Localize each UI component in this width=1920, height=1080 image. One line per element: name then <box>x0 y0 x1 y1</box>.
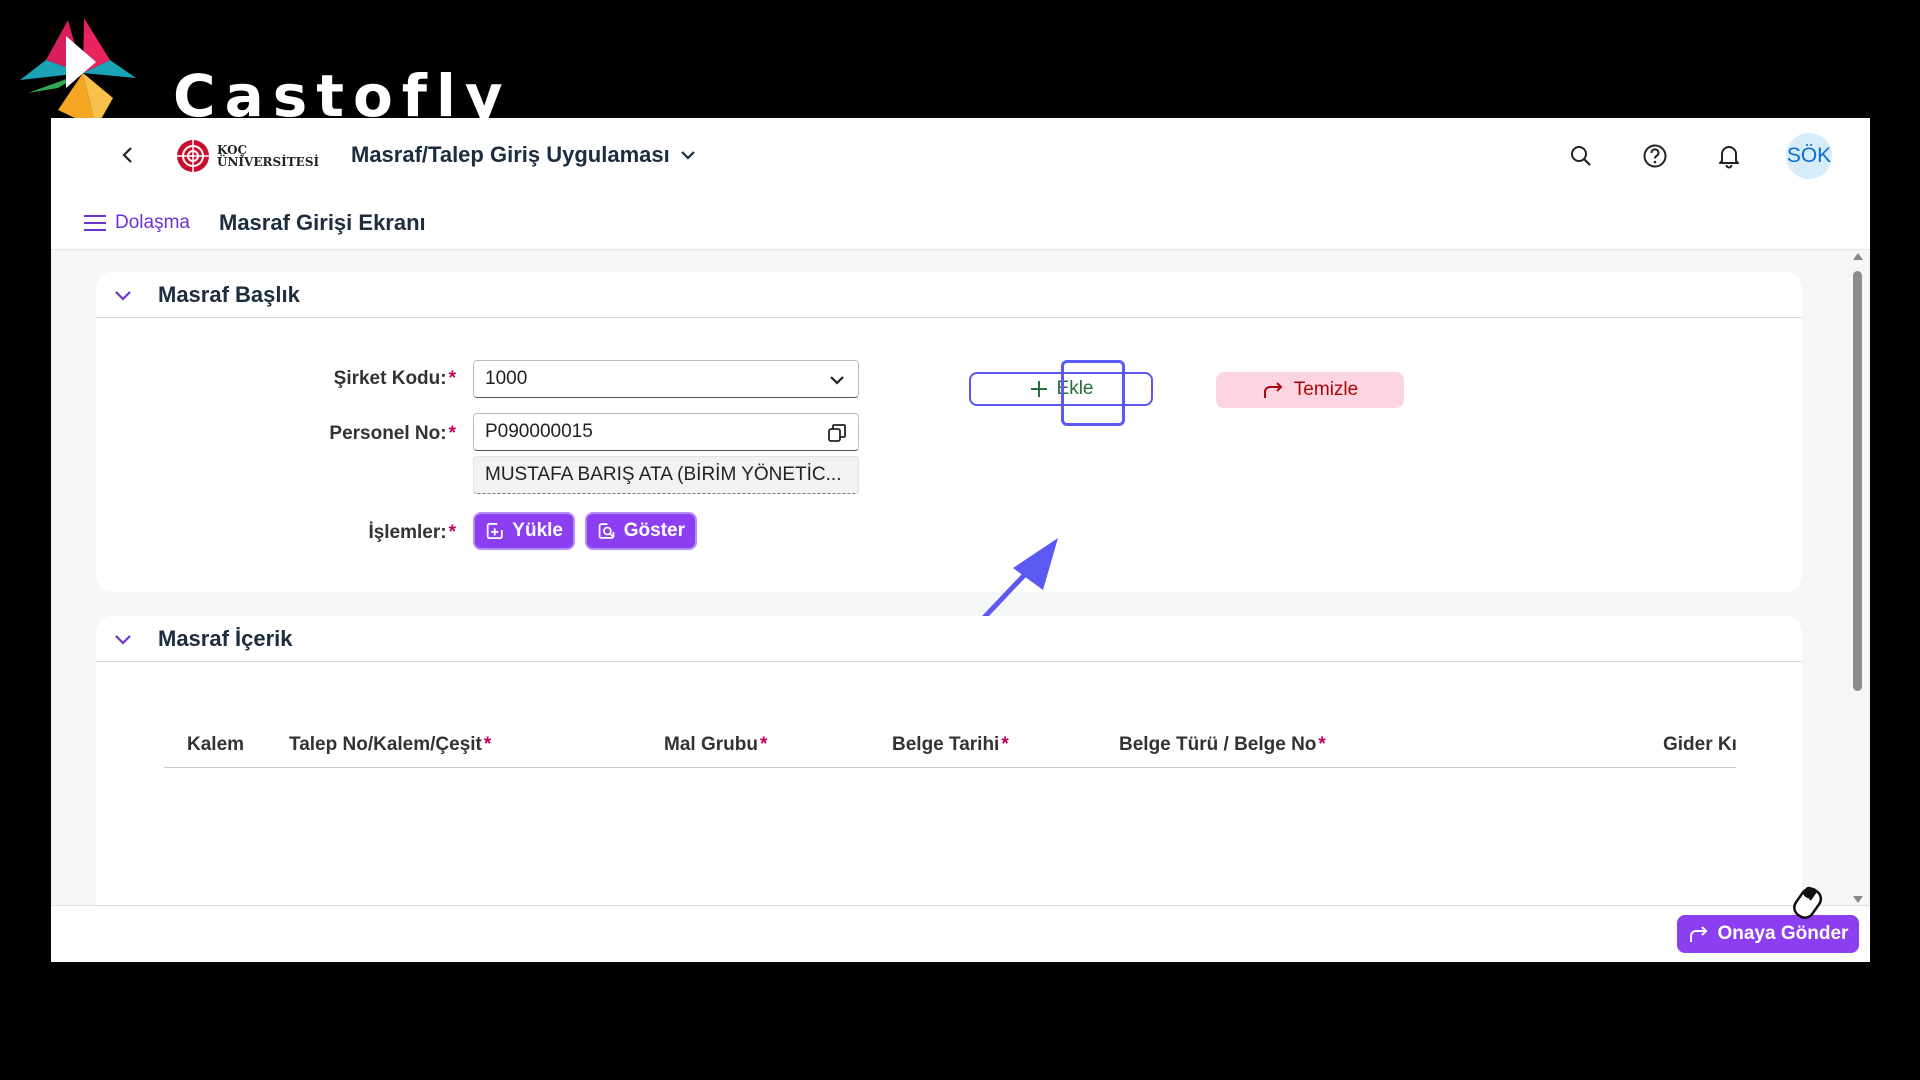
sub-header: Dolaşma Masraf Girişi Ekranı <box>51 192 1870 250</box>
personnel-name-display: MUSTAFA BARIŞ ATA (BİRİM YÖNETİC... <box>473 456 859 494</box>
chevron-down-icon <box>826 369 848 391</box>
search-button[interactable] <box>1564 139 1598 173</box>
chevron-left-icon <box>122 147 132 163</box>
personnel-no-input[interactable]: P090000015 <box>473 413 859 451</box>
panel-title: Masraf İçerik <box>158 625 293 651</box>
bell-icon <box>1719 146 1739 169</box>
clear-button-label: Temizle <box>1293 379 1359 400</box>
navigation-button[interactable]: Dolaşma <box>83 212 190 234</box>
personnel-no-value: P090000015 <box>485 421 593 442</box>
show-button-label: Göster <box>623 520 685 541</box>
panel-title: Masraf Başlık <box>158 281 300 307</box>
click-highlight-box <box>1061 360 1125 426</box>
castofly-logo-icon <box>20 18 136 128</box>
upload-add-icon <box>486 523 503 539</box>
plus-icon <box>1030 381 1047 397</box>
help-icon <box>1643 144 1667 168</box>
chevron-down-icon <box>115 634 131 645</box>
app-title: Masraf/Talep Giriş Uygulaması <box>351 142 670 167</box>
company-code-value: 1000 <box>485 368 528 389</box>
personnel-name-value: MUSTAFA BARIŞ ATA (BİRİM YÖNETİC... <box>485 464 842 485</box>
send-for-approval-label: Onaya Gönder <box>1717 923 1849 944</box>
hamburger-menu-icon <box>84 215 106 231</box>
shell-actions: SÖK <box>1564 133 1832 179</box>
search-document-icon <box>598 523 615 539</box>
help-button[interactable] <box>1638 139 1672 173</box>
scroll-up-arrow-icon[interactable] <box>1853 253 1863 260</box>
company-code-select[interactable]: 1000 <box>473 360 859 398</box>
operations-label: İşlemler: * <box>368 522 456 543</box>
footer-bar <box>51 905 1870 962</box>
upload-button-label: Yükle <box>512 520 563 541</box>
search-icon <box>1571 146 1591 166</box>
mouse-cursor-icon <box>1793 886 1823 919</box>
scroll-down-arrow-icon[interactable] <box>1853 896 1863 903</box>
upload-button[interactable]: Yükle <box>473 512 575 550</box>
scroll-thumb[interactable] <box>1853 271 1862 691</box>
expense-header-panel-toggle[interactable]: Masraf Başlık <box>96 272 1802 318</box>
back-button[interactable] <box>113 140 143 170</box>
column-header-mal-grubu[interactable]: Mal Grubu * <box>664 734 767 756</box>
personnel-no-label: Personel No: * <box>329 423 456 444</box>
column-header-gider[interactable]: Gider Kı <box>1663 734 1736 756</box>
clear-button[interactable]: Temizle <box>1216 372 1404 408</box>
shell-bar: KOÇ ÜNİVERSİTESİ Masraf/Talep Giriş Uygu… <box>51 118 1870 192</box>
company-code-label: Şirket Kodu: * <box>333 368 456 389</box>
logo-line-2: ÜNİVERSİTESİ <box>217 155 320 169</box>
show-button[interactable]: Göster <box>585 512 697 550</box>
column-header-belge-turu-no[interactable]: Belge Türü / Belge No * <box>1119 734 1326 756</box>
navigation-label: Dolaşma <box>115 212 190 233</box>
send-for-approval-button[interactable]: Onaya Gönder <box>1677 915 1859 953</box>
castofly-watermark: Castofly <box>18 18 503 130</box>
copy-icon[interactable] <box>826 422 848 444</box>
column-header-talep-no[interactable]: Talep No/Kalem/Çeşit * <box>289 734 491 756</box>
redo-arrow-icon <box>1263 382 1283 398</box>
app-title-menu[interactable]: Masraf/Talep Giriş Uygulaması <box>351 142 696 168</box>
koc-logo-icon <box>177 140 209 172</box>
table-header-row: Kalem Talep No/Kalem/Çeşit * Mal Grubu * B… <box>164 724 1736 768</box>
chevron-down-icon <box>680 151 695 160</box>
expense-content-panel-toggle[interactable]: Masraf İçerik <box>96 616 1802 662</box>
column-header-belge-tarihi[interactable]: Belge Tarihi * <box>892 734 1009 756</box>
chevron-down-icon <box>115 290 131 301</box>
avatar[interactable]: SÖK <box>1786 133 1832 179</box>
koc-university-logo[interactable]: KOÇ ÜNİVERSİTESİ <box>175 138 319 174</box>
notifications-button[interactable] <box>1712 139 1746 173</box>
forward-arrow-icon <box>1689 926 1707 942</box>
page-title: Masraf Girişi Ekranı <box>219 210 426 235</box>
vertical-scrollbar[interactable] <box>1851 253 1865 903</box>
column-header-kalem[interactable]: Kalem <box>187 734 246 756</box>
app-window: KOÇ ÜNİVERSİTESİ Masraf/Talep Giriş Uygu… <box>51 118 1870 962</box>
